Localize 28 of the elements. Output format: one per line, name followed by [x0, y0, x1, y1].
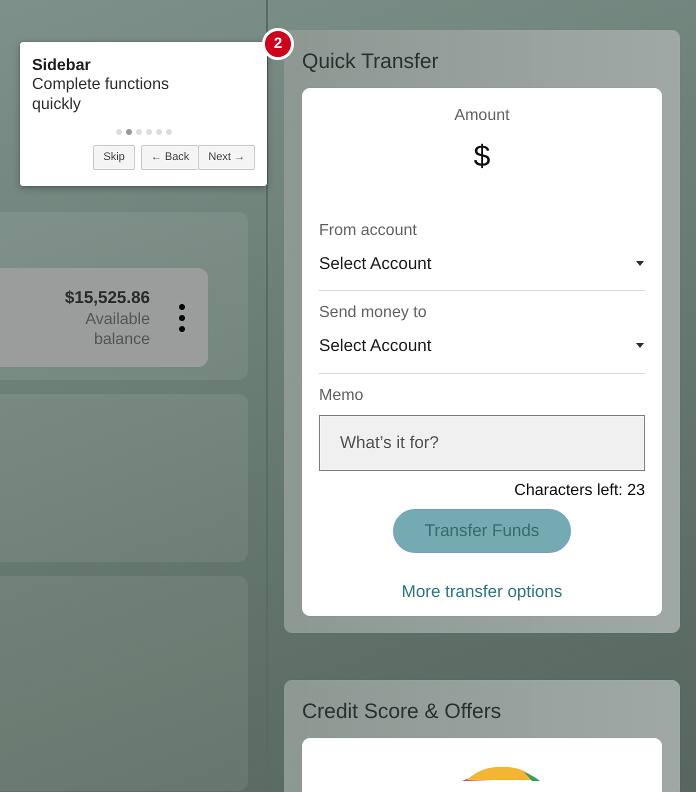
to-account-select[interactable]: Select Account [319, 325, 645, 374]
balance-amount: $15,525.86 [64, 286, 150, 309]
step-dot[interactable] [126, 129, 132, 135]
step-dot[interactable] [166, 129, 172, 135]
skip-button[interactable]: Skip [93, 145, 135, 170]
field-label: From account [319, 220, 418, 240]
panel-title: Credit Score & Offers [302, 699, 502, 725]
field-label: Send money to [319, 303, 428, 323]
more-icon[interactable] [178, 302, 186, 332]
popup-title: Sidebar [32, 56, 92, 75]
from-account-select[interactable]: Select Account [319, 242, 645, 291]
step-dot[interactable] [136, 129, 142, 135]
popup-text: Complete functions quickly [32, 75, 170, 115]
next-button[interactable]: Next → [198, 145, 255, 170]
panel-title: Quick Transfer [302, 49, 440, 75]
caret-icon [635, 343, 645, 348]
back-button[interactable]: ← Back [140, 145, 198, 170]
amount-field[interactable]: $ [474, 140, 490, 172]
caret-icon [635, 260, 645, 266]
step-dot[interactable] [116, 129, 122, 135]
balance-label: Available balance [84, 310, 150, 350]
field-label: Memo [319, 386, 364, 406]
step-dot[interactable] [156, 129, 162, 135]
characters-left: Characters left: 23 [513, 480, 645, 500]
memo-field[interactable]: What’s it for? [319, 414, 645, 470]
step-dot[interactable] [146, 129, 152, 135]
amount-label: Amount [453, 106, 511, 126]
more-options-link[interactable]: More transfer options [319, 578, 645, 604]
